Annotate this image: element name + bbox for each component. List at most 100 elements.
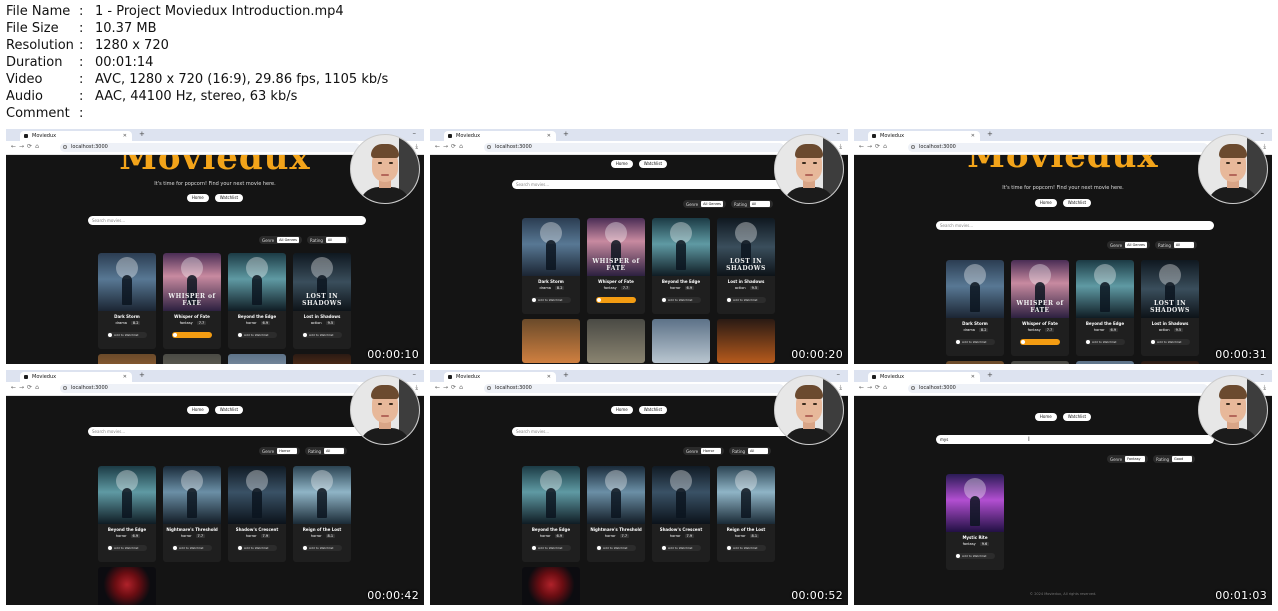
search-input[interactable]: Search movies... xyxy=(88,427,366,436)
watchlist-toggle[interactable]: In Watchlist xyxy=(596,297,636,303)
rating-select[interactable]: All xyxy=(1173,242,1194,248)
watchlist-toggle[interactable]: In Watchlist xyxy=(1020,339,1060,345)
genre-select[interactable]: All Genres xyxy=(277,237,299,243)
movie-poster[interactable] xyxy=(1141,361,1199,364)
watchlist-nav-button[interactable]: Watchlist xyxy=(1062,199,1092,207)
watchlist-toggle[interactable]: Add to Watchlist xyxy=(302,332,342,338)
movie-card[interactable]: Beyond the Edge horror 6.9 Add to Watchli… xyxy=(652,218,710,314)
new-tab-icon[interactable]: + xyxy=(139,371,145,379)
rating-select[interactable]: All xyxy=(325,237,346,243)
movie-card[interactable]: Beyond the Edge horror 6.9 Add to Watchli… xyxy=(98,466,156,562)
movie-poster[interactable] xyxy=(98,567,156,605)
watchlist-nav-button[interactable]: Watchlist xyxy=(638,160,668,168)
movie-card[interactable]: Reign of the Lost horror 8.1 Add to Watch… xyxy=(717,466,775,562)
close-tab-icon[interactable]: ✕ xyxy=(971,372,975,382)
home-nav-button[interactable]: Home xyxy=(610,160,633,168)
browser-tab[interactable]: Moviedux ✕ xyxy=(444,131,556,141)
address-bar[interactable]: localhost:3000 xyxy=(908,384,1208,393)
movie-card[interactable]: WHISPER of FATE Whisper of Fate fantasy 7… xyxy=(163,253,221,349)
movie-poster[interactable] xyxy=(163,354,221,364)
genre-select[interactable]: Fantasy xyxy=(1125,456,1146,462)
browser-tab[interactable]: Moviedux ✕ xyxy=(444,372,556,382)
browser-tab[interactable]: Moviedux ✕ xyxy=(20,131,132,141)
browser-tab[interactable]: Moviedux ✕ xyxy=(20,372,132,382)
watchlist-toggle[interactable]: Add to Watchlist xyxy=(172,545,212,551)
genre-select[interactable]: Horror xyxy=(277,448,298,454)
rating-select[interactable]: Good xyxy=(1172,456,1193,462)
movie-poster[interactable] xyxy=(1011,361,1069,364)
home-nav-button[interactable]: Home xyxy=(186,406,209,414)
movie-card[interactable]: Dark Storm drama 8.2 Add to Watchlist xyxy=(946,260,1004,356)
close-tab-icon[interactable]: ✕ xyxy=(547,131,551,141)
movie-card[interactable]: Beyond the Edge horror 6.9 Add to Watchli… xyxy=(522,466,580,562)
movie-poster[interactable] xyxy=(98,354,156,364)
watchlist-toggle[interactable]: Add to Watchlist xyxy=(107,332,147,338)
genre-select[interactable]: Horror xyxy=(701,448,722,454)
new-tab-icon[interactable]: + xyxy=(987,371,993,379)
watchlist-toggle[interactable]: Add to Watchlist xyxy=(107,545,147,551)
new-tab-icon[interactable]: + xyxy=(139,130,145,138)
movie-card[interactable]: WHISPER of FATE Whisper of Fate fantasy 7… xyxy=(587,218,645,314)
movie-card[interactable]: WHISPER of FATE Whisper of Fate fantasy 7… xyxy=(1011,260,1069,356)
movie-card[interactable]: LOST IN SHADOWS Lost in Shadows action 9.… xyxy=(1141,260,1199,356)
watchlist-toggle[interactable]: Add to Watchlist xyxy=(237,332,277,338)
watchlist-toggle[interactable]: Add to Watchlist xyxy=(955,339,995,345)
search-input[interactable]: mys xyxy=(936,435,1214,444)
movie-card[interactable]: Shadow's Crescent horror 7.9 Add to Watch… xyxy=(652,466,710,562)
address-bar[interactable]: localhost:3000 xyxy=(484,384,784,393)
browser-nav-icons[interactable]: ←→⟳⌂ xyxy=(859,384,890,391)
close-tab-icon[interactable]: ✕ xyxy=(971,131,975,141)
new-tab-icon[interactable]: + xyxy=(987,130,993,138)
close-tab-icon[interactable]: ✕ xyxy=(547,372,551,382)
watchlist-toggle[interactable]: Add to Watchlist xyxy=(1150,339,1190,345)
movie-poster[interactable] xyxy=(293,354,351,364)
movie-card[interactable]: LOST IN SHADOWS Lost in Shadows action 9.… xyxy=(717,218,775,314)
movie-card[interactable]: Dark Storm drama 8.2 Add to Watchlist xyxy=(522,218,580,314)
browser-nav-icons[interactable]: ←→⟳⌂ xyxy=(11,143,42,150)
watchlist-nav-button[interactable]: Watchlist xyxy=(1062,413,1092,421)
genre-select[interactable]: All Genres xyxy=(1125,242,1147,248)
watchlist-toggle[interactable]: Add to Watchlist xyxy=(726,297,766,303)
movie-poster[interactable] xyxy=(946,361,1004,364)
watchlist-toggle[interactable]: Add to Watchlist xyxy=(726,545,766,551)
watchlist-toggle[interactable]: Add to Watchlist xyxy=(661,545,701,551)
home-nav-button[interactable]: Home xyxy=(1034,413,1057,421)
rating-select[interactable]: All xyxy=(324,448,345,454)
watchlist-nav-button[interactable]: Watchlist xyxy=(638,406,668,414)
movie-poster[interactable] xyxy=(587,319,645,363)
movie-card[interactable]: Nightmare's Threshold horror 7.7 Add to W… xyxy=(163,466,221,562)
movie-poster[interactable] xyxy=(228,354,286,364)
close-tab-icon[interactable]: ✕ xyxy=(123,372,127,382)
browser-tab[interactable]: Moviedux ✕ xyxy=(868,372,980,382)
address-bar[interactable]: localhost:3000 xyxy=(60,143,360,152)
watchlist-nav-button[interactable]: Watchlist xyxy=(214,194,244,202)
watchlist-toggle[interactable]: Add to Watchlist xyxy=(237,545,277,551)
search-input[interactable]: Search movies... xyxy=(88,216,366,225)
browser-nav-icons[interactable]: ←→⟳⌂ xyxy=(435,384,466,391)
watchlist-nav-button[interactable]: Watchlist xyxy=(214,406,244,414)
watchlist-toggle[interactable]: Add to Watchlist xyxy=(661,297,701,303)
movie-card[interactable]: Beyond the Edge horror 6.9 Add to Watchli… xyxy=(228,253,286,349)
browser-tab[interactable]: Moviedux ✕ xyxy=(868,131,980,141)
movie-card[interactable]: LOST IN SHADOWS Lost in Shadows action 9.… xyxy=(293,253,351,349)
rating-select[interactable]: All xyxy=(748,448,769,454)
movie-poster[interactable] xyxy=(1076,361,1134,364)
movie-card[interactable]: Nightmare's Threshold horror 7.7 Add to W… xyxy=(587,466,645,562)
movie-poster[interactable] xyxy=(652,319,710,363)
address-bar[interactable]: localhost:3000 xyxy=(908,143,1208,152)
address-bar[interactable]: localhost:3000 xyxy=(484,143,784,152)
watchlist-toggle[interactable]: Add to Watchlist xyxy=(531,297,571,303)
browser-nav-icons[interactable]: ←→⟳⌂ xyxy=(435,143,466,150)
movie-poster[interactable] xyxy=(717,319,775,363)
movie-card[interactable]: Mystic Rite fantasy 9.6 Add to Watchlist xyxy=(946,474,1004,570)
movie-card[interactable]: Dark Storm drama 8.2 Add to Watchlist xyxy=(98,253,156,349)
search-input[interactable]: Search movies... xyxy=(512,180,790,189)
search-input[interactable]: Search movies... xyxy=(512,427,790,436)
movie-card[interactable]: Reign of the Lost horror 8.1 Add to Watch… xyxy=(293,466,351,562)
watchlist-toggle[interactable]: Add to Watchlist xyxy=(955,553,995,559)
watchlist-toggle[interactable]: In Watchlist xyxy=(172,332,212,338)
home-nav-button[interactable]: Home xyxy=(186,194,209,202)
home-nav-button[interactable]: Home xyxy=(1034,199,1057,207)
movie-card[interactable]: Beyond the Edge horror 6.9 Add to Watchli… xyxy=(1076,260,1134,356)
home-nav-button[interactable]: Home xyxy=(610,406,633,414)
